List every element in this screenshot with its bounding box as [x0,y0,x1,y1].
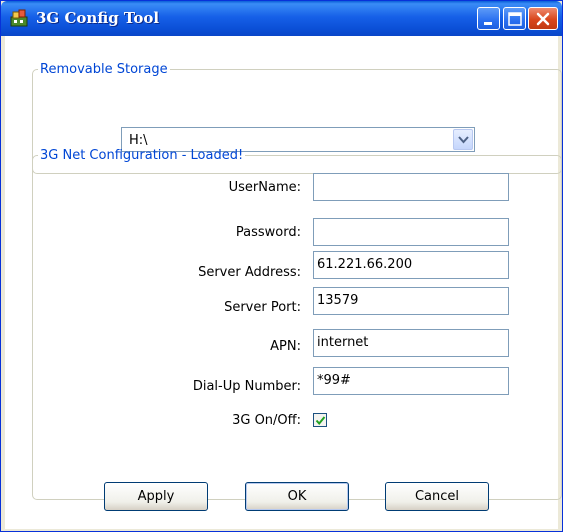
checkmark-icon [315,416,326,426]
password-input[interactable] [313,218,509,246]
password-label: Password: [235,225,301,240]
dialup-number-label: Dial-Up Number: [192,379,301,394]
dialog-body: Removable Storage H:\ 3G Net Configurati… [5,36,562,529]
server-port-input[interactable]: 13579 [313,287,509,315]
minimize-button[interactable] [477,7,500,30]
drive-dropdown-button[interactable] [453,129,473,150]
chevron-down-icon [458,136,469,144]
server-address-label: Server Address: [198,265,301,280]
apn-input[interactable]: internet [313,329,509,357]
drive-select-value: H:\ [129,133,148,148]
ok-button[interactable]: OK [245,482,349,511]
username-input[interactable] [313,173,509,201]
maximize-button[interactable] [503,7,526,30]
toggle-3g-label: 3G On/Off: [232,413,301,428]
close-button[interactable] [528,7,558,30]
toggle-3g-checkbox[interactable] [313,413,327,427]
apply-button[interactable]: Apply [104,482,208,511]
net-config-legend: 3G Net Configuration - Loaded! [40,148,244,163]
app-window: 3G Config Tool Removable Storage H:\ 3G … [0,0,563,532]
app-icon [10,9,28,27]
dialup-number-input[interactable]: *99# [313,367,509,395]
cancel-button[interactable]: Cancel [385,482,489,511]
title-bar[interactable]: 3G Config Tool [1,1,562,36]
username-label: UserName: [228,180,301,195]
server-port-label: Server Port: [224,300,301,315]
server-address-input[interactable]: 61.221.66.200 [313,251,509,279]
window-title: 3G Config Tool [36,9,160,27]
maximize-icon [508,12,522,26]
close-icon [536,12,550,26]
removable-storage-legend: Removable Storage [40,62,168,77]
minimize-icon [484,22,492,25]
apn-label: APN: [270,339,301,354]
